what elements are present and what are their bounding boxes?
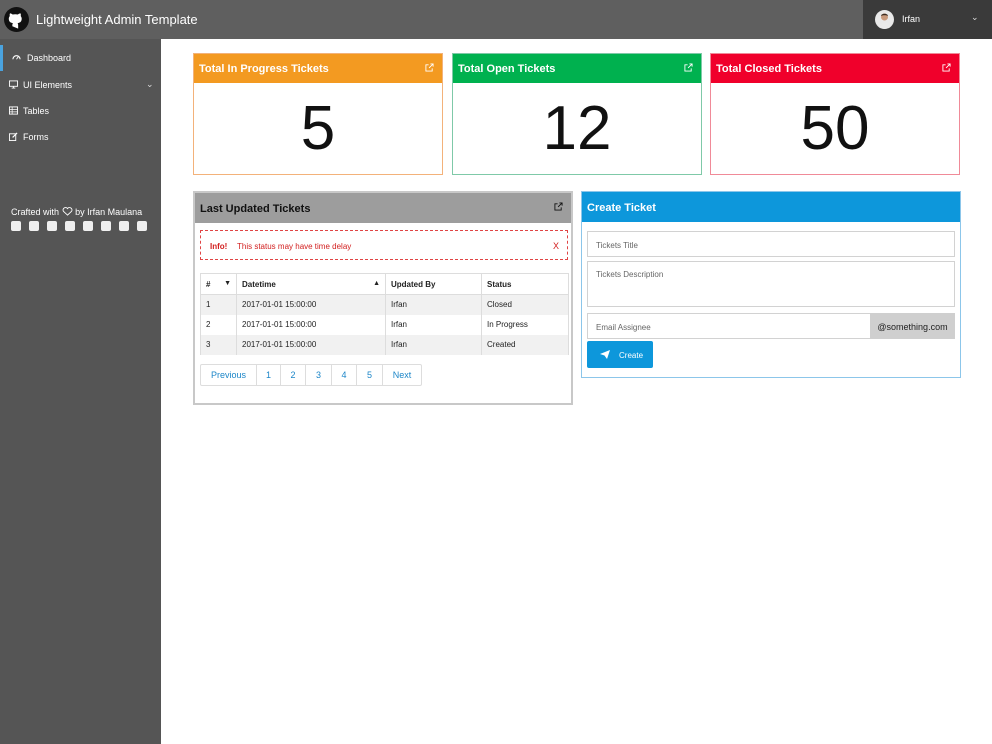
send-icon bbox=[600, 350, 610, 359]
instagram-icon[interactable] bbox=[47, 221, 57, 231]
create-ticket-button[interactable]: Create bbox=[587, 341, 653, 368]
table-row[interactable]: 3 2017-01-01 15:00:00 Irfan Created bbox=[200, 334, 569, 355]
external-link-icon[interactable] bbox=[942, 63, 951, 72]
create-button-label: Create bbox=[619, 351, 644, 360]
stat-card-value: 5 bbox=[300, 94, 336, 163]
sort-asc-icon[interactable]: ▲ bbox=[373, 280, 380, 287]
cell-datetime: 2017-01-01 15:00:00 bbox=[236, 314, 386, 335]
cell-status: In Progress bbox=[481, 314, 569, 335]
pagination-next[interactable]: Next bbox=[383, 365, 421, 385]
sidebar-item-label: Tables bbox=[23, 106, 50, 116]
info-label: Info! bbox=[210, 242, 228, 251]
stat-card-title: Total In Progress Tickets bbox=[199, 63, 329, 75]
cell-number: 2 bbox=[200, 314, 237, 335]
pagination-page-4[interactable]: 4 bbox=[332, 365, 357, 385]
stat-card-header: Total Open Tickets bbox=[453, 54, 701, 83]
info-text: This status may have time delay bbox=[237, 242, 352, 251]
crafted-suffix: by Irfan Maulana bbox=[75, 207, 143, 217]
chevron-down-icon: ⌄ bbox=[146, 79, 154, 89]
stat-card-header: Total Closed Tickets bbox=[711, 54, 959, 83]
sidebar-item-label: UI Elements bbox=[23, 80, 73, 90]
table-row[interactable]: 1 2017-01-01 15:00:00 Irfan Closed bbox=[200, 294, 569, 315]
bitbucket-icon[interactable] bbox=[83, 221, 93, 231]
external-link-icon[interactable] bbox=[554, 202, 563, 211]
table-row[interactable]: 2 2017-01-01 15:00:00 Irfan In Progress bbox=[200, 314, 569, 335]
panel-title: Last Updated Tickets bbox=[200, 203, 311, 215]
cell-status: Created bbox=[481, 334, 569, 355]
top-navbar: Lightweight Admin Template Irfan ⌄ bbox=[0, 0, 992, 39]
email-assignee-input[interactable]: Email Assignee bbox=[587, 313, 871, 339]
create-ticket-panel: Create Ticket Tickets Title Tickets Desc… bbox=[581, 191, 961, 378]
email-domain-addon: @something.com bbox=[870, 313, 955, 339]
crafted-by-text: Crafted with by Irfan Maulana bbox=[11, 207, 142, 217]
sidebar-item-dashboard[interactable]: Dashboard bbox=[0, 45, 161, 71]
github-icon[interactable] bbox=[101, 221, 111, 231]
linkedin-icon[interactable] bbox=[65, 221, 75, 231]
facebook-icon[interactable] bbox=[11, 221, 21, 231]
info-alert: Info! This status may have time delay X bbox=[200, 230, 568, 260]
ticket-description-textarea[interactable]: Tickets Description bbox=[587, 261, 955, 307]
cell-updated-by: Irfan bbox=[385, 314, 482, 335]
app-title[interactable]: Lightweight Admin Template bbox=[36, 12, 198, 27]
sidebar-item-label: Dashboard bbox=[27, 53, 72, 63]
cell-datetime: 2017-01-01 15:00:00 bbox=[236, 294, 386, 315]
stat-card-value: 50 bbox=[800, 94, 870, 163]
stat-card-in-progress: Total In Progress Tickets 5 bbox=[193, 53, 443, 175]
paypal-icon[interactable] bbox=[137, 221, 147, 231]
user-menu[interactable]: Irfan ⌄ bbox=[863, 0, 992, 39]
sidebar-item-forms[interactable]: Forms bbox=[0, 124, 161, 150]
cell-status: Closed bbox=[481, 294, 569, 315]
external-link-icon[interactable] bbox=[684, 63, 693, 72]
ticket-title-input[interactable]: Tickets Title bbox=[587, 231, 955, 257]
external-link-icon[interactable] bbox=[425, 63, 434, 72]
pagination-page-3[interactable]: 3 bbox=[306, 365, 332, 385]
panel-header: Create Ticket bbox=[582, 192, 960, 222]
pagination-page-5[interactable]: 5 bbox=[357, 365, 383, 385]
stat-card-closed: Total Closed Tickets 50 bbox=[710, 53, 960, 175]
last-updated-tickets-panel: Last Updated Tickets Info! This status m… bbox=[193, 191, 573, 405]
pagination: Previous 1 2 3 4 5 Next bbox=[200, 364, 422, 386]
wordpress-icon[interactable] bbox=[119, 221, 129, 231]
edit-icon bbox=[9, 132, 18, 141]
user-name: Irfan bbox=[902, 14, 921, 24]
sidebar-item-ui-elements[interactable]: UI Elements ⌄ bbox=[0, 72, 161, 98]
cell-number: 3 bbox=[200, 334, 237, 355]
sidebar-item-label: Forms bbox=[23, 132, 49, 142]
column-header-number[interactable]: # ▼ bbox=[200, 273, 237, 295]
dashboard-icon bbox=[12, 55, 21, 60]
github-icon[interactable] bbox=[4, 7, 29, 32]
table-icon bbox=[9, 106, 18, 115]
pagination-page-1[interactable]: 1 bbox=[257, 365, 281, 385]
monitor-icon bbox=[9, 80, 18, 89]
sort-desc-icon[interactable]: ▼ bbox=[224, 280, 231, 287]
chevron-down-icon: ⌄ bbox=[971, 12, 979, 22]
sidebar-item-tables[interactable]: Tables bbox=[0, 98, 161, 124]
pagination-previous[interactable]: Previous bbox=[201, 365, 257, 385]
cell-updated-by: Irfan bbox=[385, 294, 482, 315]
pagination-page-2[interactable]: 2 bbox=[281, 365, 306, 385]
social-links bbox=[11, 221, 155, 233]
close-alert-button[interactable]: X bbox=[553, 241, 559, 251]
column-header-datetime[interactable]: Datetime ▲ bbox=[236, 273, 386, 295]
cell-number: 1 bbox=[200, 294, 237, 315]
cell-datetime: 2017-01-01 15:00:00 bbox=[236, 334, 386, 355]
panel-header: Last Updated Tickets bbox=[195, 193, 571, 223]
tickets-table: # ▼ Datetime ▲ Updated By Status 1 2017-01… bbox=[200, 273, 569, 355]
stat-card-title: Total Open Tickets bbox=[458, 63, 556, 75]
column-header-status[interactable]: Status bbox=[481, 273, 569, 295]
panel-title: Create Ticket bbox=[587, 202, 656, 214]
heart-icon bbox=[62, 207, 72, 216]
stat-card-title: Total Closed Tickets bbox=[716, 63, 822, 75]
column-header-updated-by[interactable]: Updated By bbox=[385, 273, 482, 295]
stat-card-value: 12 bbox=[542, 94, 612, 163]
stat-card-header: Total In Progress Tickets bbox=[194, 54, 442, 83]
avatar bbox=[875, 10, 894, 29]
twitter-icon[interactable] bbox=[29, 221, 39, 231]
sidebar: Dashboard UI Elements ⌄ Tables Forms Cra… bbox=[0, 39, 161, 744]
table-header-row: # ▼ Datetime ▲ Updated By Status bbox=[200, 273, 569, 295]
crafted-prefix: Crafted with bbox=[11, 207, 60, 217]
stat-card-open: Total Open Tickets 12 bbox=[452, 53, 702, 175]
cell-updated-by: Irfan bbox=[385, 334, 482, 355]
